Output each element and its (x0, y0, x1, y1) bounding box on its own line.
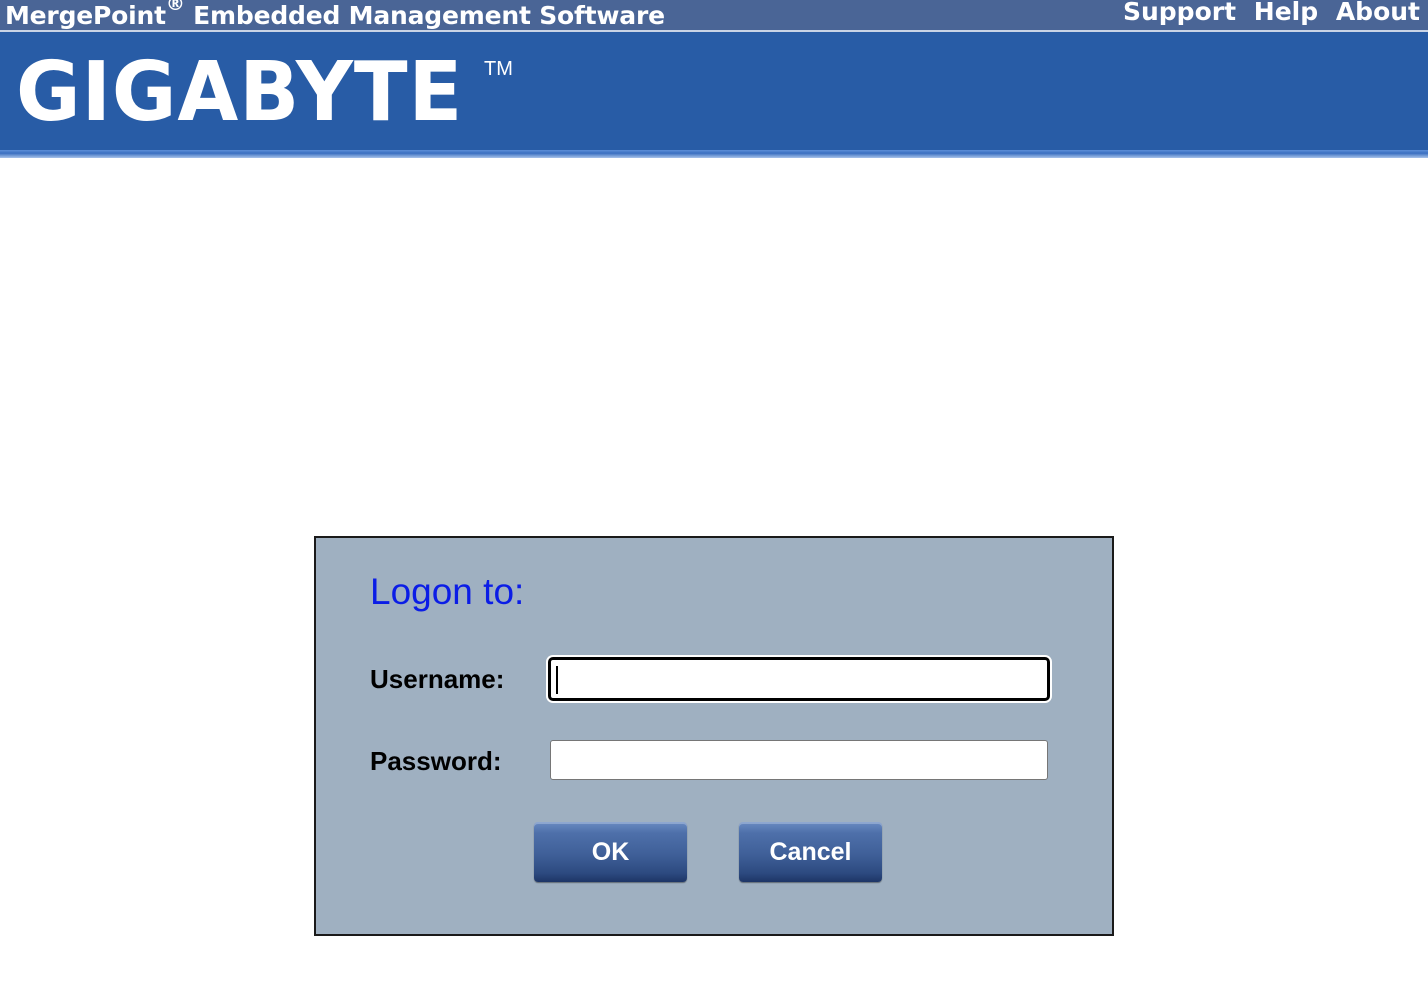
app-title-subtitle: Embedded Management Software (184, 1, 665, 30)
username-input[interactable] (548, 657, 1050, 701)
login-title: Logon to: (370, 571, 525, 612)
text-cursor (556, 666, 558, 694)
app-title-name: MergePoint (5, 1, 166, 30)
password-label: Password: (370, 746, 502, 776)
registered-mark: ® (165, 0, 185, 15)
gigabyte-logo: GIGABYTE (16, 45, 464, 140)
help-link[interactable]: Help (1254, 0, 1318, 26)
trademark-symbol: TM (484, 58, 513, 80)
password-input[interactable] (550, 740, 1048, 780)
cancel-button[interactable]: Cancel (739, 822, 882, 882)
about-link[interactable]: About (1336, 0, 1420, 26)
app-title: MergePoint® Embedded Management Software (5, 0, 665, 31)
username-label: Username: (370, 664, 505, 694)
login-dialog: Logon to: Username: Password: OK Cancel (314, 536, 1114, 936)
banner-divider (0, 150, 1428, 158)
top-bar: MergePoint® Embedded Management Software… (0, 0, 1428, 32)
top-links: Support Help About (1114, 0, 1420, 27)
support-link[interactable]: Support (1123, 0, 1236, 26)
ok-button[interactable]: OK (534, 822, 687, 882)
